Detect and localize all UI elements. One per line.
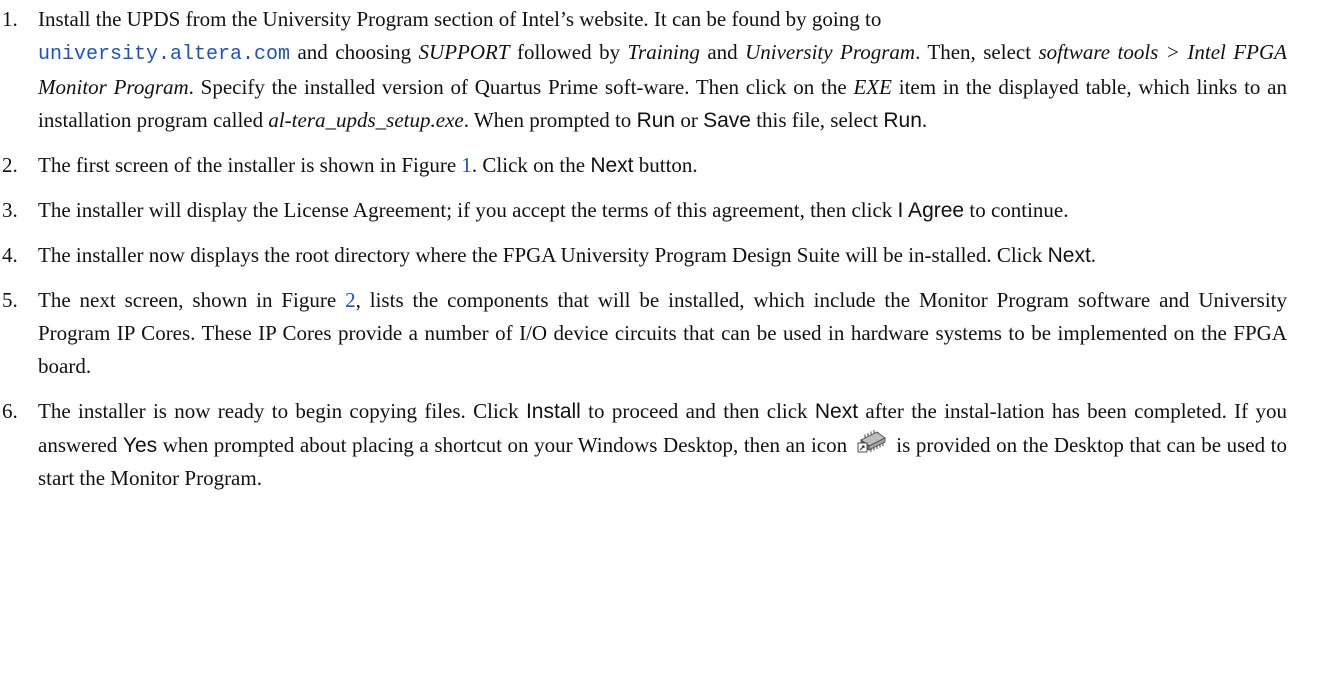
list-item: 6. The installer is now ready to begin c… [0, 395, 1287, 495]
list-item: 4. The installer now displays the root d… [0, 239, 1287, 272]
list-item: 5. The next screen, shown in Figure 2, l… [0, 284, 1287, 383]
list-item: 3. The installer will display the Licens… [0, 194, 1287, 227]
step-number: 3. [2, 198, 18, 222]
install-steps-list: 1. Install the UPDS from the University … [0, 0, 1335, 495]
step-number: 5. [2, 288, 18, 312]
monitor-program-chip-icon [857, 428, 887, 456]
list-item: 2. The first screen of the installer is … [0, 149, 1287, 182]
university-altera-link[interactable]: university.altera.com [38, 43, 290, 66]
figure-2-link[interactable]: 2 [345, 288, 356, 312]
step-number: 4. [2, 243, 18, 267]
step-number: 1. [2, 7, 18, 31]
figure-1-link[interactable]: 1 [461, 153, 472, 177]
list-item: 1. Install the UPDS from the University … [0, 3, 1287, 137]
step-number: 6. [2, 399, 18, 423]
step-number: 2. [2, 153, 18, 177]
